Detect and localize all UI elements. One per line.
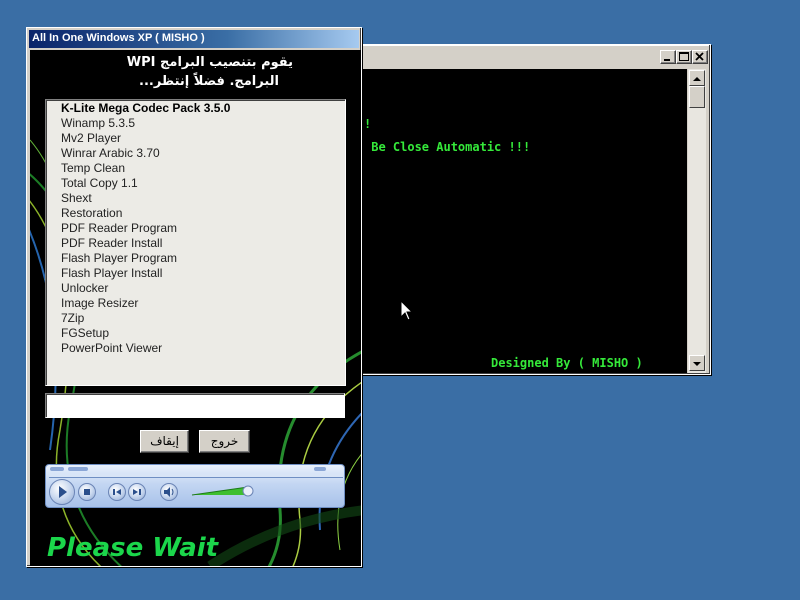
arrow-up-icon (693, 77, 701, 81)
minimize-button[interactable] (660, 50, 676, 64)
list-item[interactable]: Flash Player Program (61, 251, 230, 266)
console-line: ! (364, 117, 372, 131)
installer-titlebar[interactable]: All In One Windows XP ( MISHO ) (29, 30, 359, 48)
list-item[interactable]: Mv2 Player (61, 131, 230, 146)
console-credit: Designed By ( MISHO ) (491, 356, 643, 370)
mute-button[interactable] (160, 483, 178, 501)
volume-icon (164, 487, 174, 497)
header-text-wait: البرامج. فضلاً إنتظر... (139, 74, 279, 89)
prev-icon (113, 489, 121, 495)
header-text: يقوم بتنصيب البرامج WPI (126, 55, 293, 70)
installer-client: يقوم بتنصيب البرامج WPI البرامج. فضلاً إ… (30, 50, 361, 566)
console-titlebar[interactable] (360, 48, 708, 66)
arrow-down-icon (693, 362, 701, 366)
list-item[interactable]: 7Zip (61, 311, 230, 326)
close-button[interactable] (692, 50, 708, 64)
media-player-bar (45, 464, 345, 508)
list-item[interactable]: Unlocker (61, 281, 230, 296)
next-button[interactable] (128, 483, 146, 501)
console-line: Be Close Automatic !!! (364, 140, 531, 154)
list-item[interactable]: FGSetup (61, 326, 230, 341)
status-text: Please Wait (47, 533, 219, 563)
mouse-cursor-icon (400, 300, 414, 321)
list-item[interactable]: Winrar Arabic 3.70 (61, 146, 230, 161)
list-item[interactable]: Temp Clean (61, 161, 230, 176)
stop-icon (84, 489, 90, 495)
stop-button[interactable]: إيقاف (140, 430, 189, 453)
application-list[interactable]: K-Lite Mega Codec Pack 3.5.0 Winamp 5.3.5… (45, 99, 346, 386)
scroll-up-button[interactable] (689, 70, 705, 86)
installer-window: All In One Windows XP ( MISHO ) يقوم بتن… (26, 27, 362, 567)
stop-media-button[interactable] (78, 483, 96, 501)
exit-button[interactable]: خروج (199, 430, 250, 453)
maximize-icon (679, 52, 689, 61)
previous-button[interactable] (108, 483, 126, 501)
play-icon (59, 486, 67, 498)
play-button[interactable] (49, 479, 75, 505)
maximize-button[interactable] (676, 50, 692, 64)
list-item[interactable]: K-Lite Mega Codec Pack 3.5.0 (61, 101, 230, 116)
console-window: ! Be Close Automatic !!! Designed By ( M… (356, 44, 711, 375)
list-item[interactable]: PowerPoint Viewer (61, 341, 230, 356)
list-item[interactable]: PDF Reader Install (61, 236, 230, 251)
next-icon (133, 489, 141, 495)
scroll-thumb[interactable] (689, 86, 705, 108)
close-icon (695, 52, 704, 61)
list-item[interactable]: Total Copy 1.1 (61, 176, 230, 191)
list-item[interactable]: Winamp 5.3.5 (61, 116, 230, 131)
list-item[interactable]: Shext (61, 191, 230, 206)
progress-field (45, 393, 345, 418)
minimize-icon (664, 59, 670, 61)
console-scrollbar[interactable] (688, 69, 706, 373)
console-output: ! Be Close Automatic !!! Designed By ( M… (362, 69, 687, 373)
list-item[interactable]: Flash Player Install (61, 266, 230, 281)
volume-slider[interactable] (190, 483, 260, 499)
list-item[interactable]: Image Resizer (61, 296, 230, 311)
scroll-down-button[interactable] (689, 355, 705, 371)
list-item[interactable]: Restoration (61, 206, 230, 221)
list-item[interactable]: PDF Reader Program (61, 221, 230, 236)
window-title: All In One Windows XP ( MISHO ) (32, 32, 205, 44)
